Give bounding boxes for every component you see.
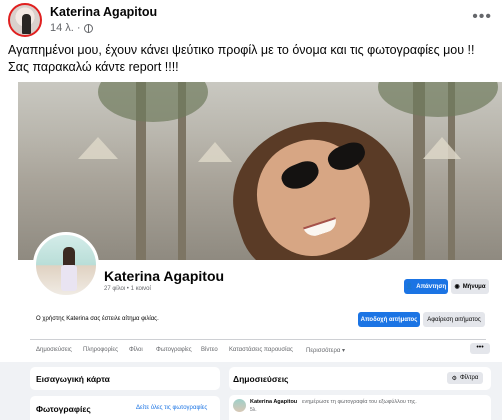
globe-icon <box>83 23 93 33</box>
intro-card: Εισαγωγική κάρτα <box>30 367 220 390</box>
palm-leaves-1 <box>98 82 208 122</box>
tab-checkins[interactable]: Καταστάσεις παρουσίας <box>229 347 293 353</box>
posts-header-card: Δημοσιεύσεις ⚙ Φίλτρα <box>229 367 491 390</box>
cover-photo <box>18 82 502 260</box>
divider <box>30 339 486 340</box>
messenger-icon: ◉ <box>454 284 460 290</box>
more-options-icon[interactable]: ••• <box>472 8 492 26</box>
filter-icon: ⚙ <box>451 375 457 382</box>
friend-request-text: Ο χρήστης Katerina σας έστειλε αίτημα φι… <box>36 316 159 322</box>
palm-leaves-2 <box>378 82 498 117</box>
remove-request-button[interactable]: Αφαίρεση αιτήματος <box>423 312 485 327</box>
photos-title: Φωτογραφίες <box>36 404 91 414</box>
post-item-time[interactable]: 5λ. <box>250 407 257 413</box>
respond-button-label: Απάντηση <box>416 283 447 290</box>
post-meta: 14 λ. · <box>50 22 157 34</box>
post-item-text: ενημέρωσε τη φωτογραφία του εξωφύλλου τη… <box>302 399 417 405</box>
photos-card: Φωτογραφίες Δείτε όλες τις φωτογραφίες <box>30 396 220 420</box>
post-item-avatar[interactable] <box>233 399 246 412</box>
author-block: Katerina Agapitou 14 λ. · <box>50 3 157 34</box>
tab-more[interactable]: Περισσότερα ▾ <box>306 347 345 354</box>
tab-photos[interactable]: Φωτογραφίες <box>156 347 192 353</box>
intro-title: Εισαγωγική κάρτα <box>36 374 110 384</box>
message-button[interactable]: ◉ Μήνυμα <box>451 279 489 294</box>
post-image[interactable]: Katerina Agapitou 27 φίλοι • 1 κοινοί 👤 … <box>0 82 502 420</box>
umbrella-2 <box>198 142 232 162</box>
post-time[interactable]: 14 λ. <box>50 22 74 34</box>
respond-button[interactable]: 👤 Απάντηση <box>404 279 448 294</box>
profile-name: Katerina Agapitou <box>104 268 225 284</box>
accept-request-button[interactable]: Αποδοχή αιτήματος <box>358 312 420 327</box>
tab-about[interactable]: Πληροφορίες <box>83 347 118 353</box>
post-text: Αγαπημένοι μου, έχουν κάνει ψεύτικο προφ… <box>8 43 475 74</box>
see-all-photos-link[interactable]: Δείτε όλες τις φωτογραφίες <box>136 405 207 411</box>
tab-posts[interactable]: Δημοσιεύσεις <box>36 347 72 353</box>
more-actions-button[interactable]: ••• <box>470 343 490 354</box>
tab-friends[interactable]: Φίλοι <box>129 347 143 353</box>
post-item-author[interactable]: Katerina Agapitou <box>250 399 297 405</box>
umbrella-3 <box>423 137 461 159</box>
tab-videos[interactable]: Βίντεο <box>201 347 218 353</box>
filter-button[interactable]: ⚙ Φίλτρα <box>447 372 483 384</box>
author-name[interactable]: Katerina Agapitou <box>50 5 157 19</box>
author-avatar[interactable] <box>8 3 42 37</box>
person-icon: 👤 <box>405 284 414 290</box>
separator: · <box>76 22 81 34</box>
message-button-label: Μήνυμα <box>462 283 486 290</box>
filter-button-label: Φίλτρα <box>460 375 479 381</box>
post-item-card: Katerina Agapitou ενημέρωσε τη φωτογραφί… <box>229 395 491 420</box>
profile-picture[interactable] <box>33 232 99 298</box>
friends-count[interactable]: 27 φίλοι • 1 κοινοί <box>104 286 151 292</box>
posts-title: Δημοσιεύσεις <box>233 374 289 384</box>
post-header: Katerina Agapitou 14 λ. · <box>8 3 157 37</box>
umbrella-1 <box>78 137 118 159</box>
